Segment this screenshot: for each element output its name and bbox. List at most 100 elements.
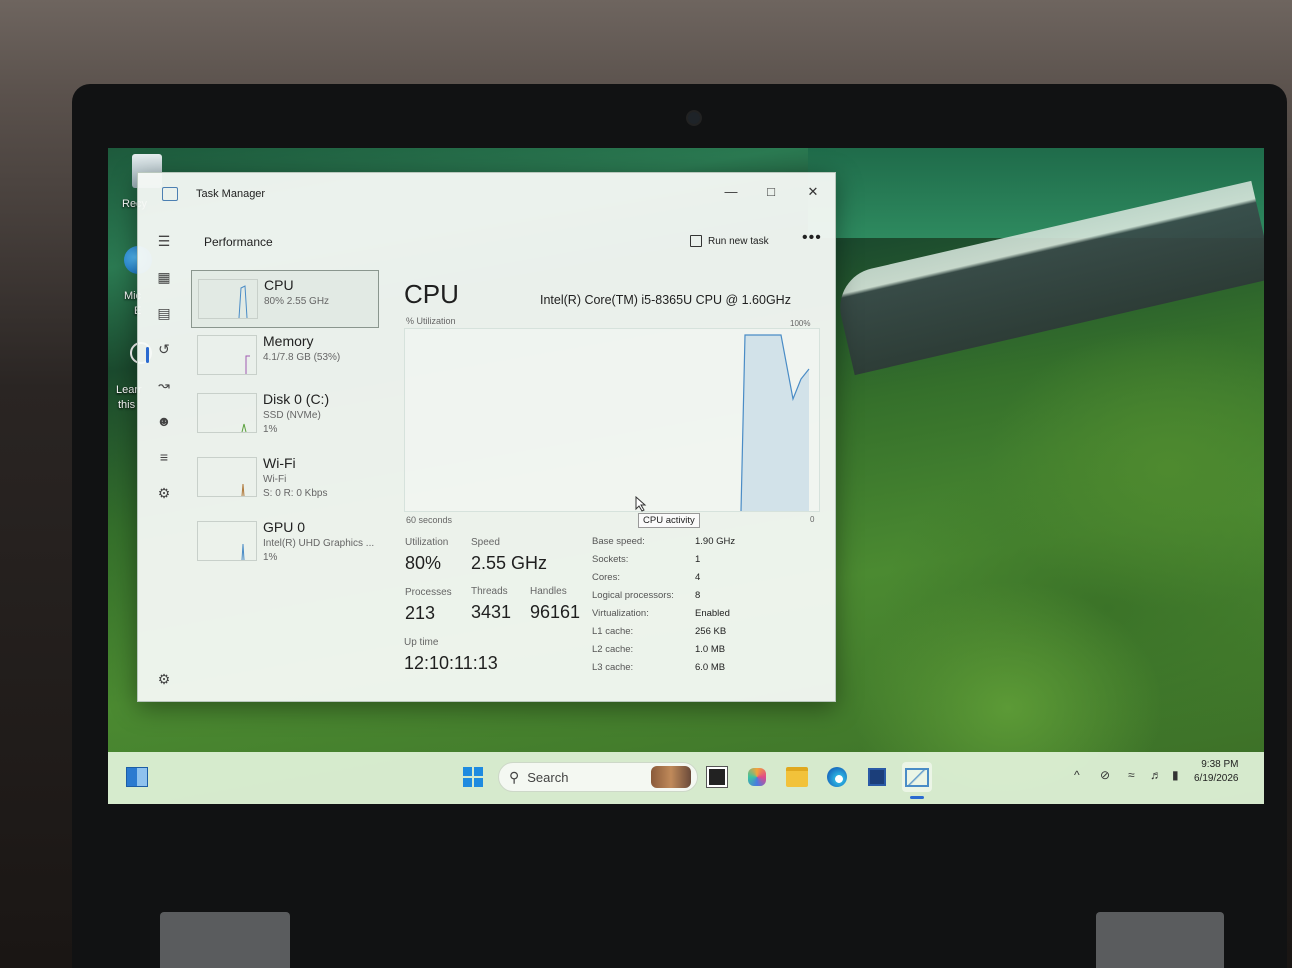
minimize-button[interactable]: — bbox=[718, 181, 744, 203]
copilot-button[interactable] bbox=[742, 762, 772, 792]
navigation-rail: ☰ ▦ ▤ ↺ ↝ ☻ ≡ ⚙ ⚙ bbox=[138, 217, 190, 701]
app-history-icon[interactable]: ↺ bbox=[152, 337, 176, 361]
device-sub2: 1% bbox=[263, 424, 278, 435]
taskbar-search-box[interactable]: ⚲ Search bbox=[498, 762, 698, 792]
windows-logo-icon bbox=[463, 767, 483, 787]
spec-value: 4 bbox=[695, 572, 701, 583]
startup-apps-icon[interactable]: ↝ bbox=[152, 373, 176, 397]
start-button[interactable] bbox=[458, 762, 488, 792]
spec-value: 8 bbox=[695, 590, 701, 601]
spec-label: Cores: bbox=[592, 572, 620, 583]
device-gpu[interactable]: GPU 0 Intel(R) UHD Graphics ... 1% bbox=[191, 513, 377, 569]
wifi-thumbnail-graph bbox=[197, 457, 257, 497]
close-icon: ✕ bbox=[807, 184, 819, 199]
threads-label: Threads bbox=[471, 586, 508, 597]
device-sub2: S: 0 R: 0 Kbps bbox=[263, 488, 328, 499]
cpu-model-name: Intel(R) Core(TM) i5-8365U CPU @ 1.60GHz bbox=[540, 293, 791, 307]
spec-label: Base speed: bbox=[592, 536, 645, 547]
title-bar[interactable]: Task Manager — □ ✕ bbox=[138, 173, 835, 217]
search-placeholder: Search bbox=[527, 769, 569, 785]
notifications-off-icon[interactable]: ⊘ bbox=[1100, 768, 1110, 782]
run-new-task-button[interactable]: Run new task bbox=[690, 235, 769, 247]
widgets-icon bbox=[126, 767, 148, 787]
device-name: Wi-Fi bbox=[263, 455, 296, 471]
spec-value: 256 KB bbox=[695, 626, 727, 637]
device-memory[interactable]: Memory 4.1/7.8 GB (53%) bbox=[191, 327, 377, 383]
cpu-utilization-graph bbox=[404, 328, 820, 512]
clock[interactable]: 9:38 PM 6/19/2026 bbox=[1194, 758, 1239, 786]
disk-thumbnail-graph bbox=[197, 393, 257, 433]
more-options-button[interactable]: ••• bbox=[802, 229, 822, 247]
graph-max-label: 100% bbox=[790, 319, 811, 328]
device-wifi[interactable]: Wi-Fi Wi-Fi S: 0 R: 0 Kbps bbox=[191, 449, 377, 505]
spec-value: 6.0 MB bbox=[695, 662, 726, 673]
copilot-icon bbox=[748, 768, 766, 786]
taskbar: ⚲ Search ^ ⊘ ≈ ♬ ▮ 9:38 PM 6/19/2026 bbox=[108, 752, 1264, 804]
device-sub: SSD (NVMe) bbox=[263, 410, 321, 421]
memory-thumbnail-graph bbox=[197, 335, 257, 375]
task-view-icon bbox=[707, 767, 727, 787]
gpu-thumbnail-graph bbox=[197, 521, 257, 561]
cpu-activity-tooltip: CPU activity bbox=[638, 513, 700, 528]
menu-icon[interactable]: ☰ bbox=[152, 229, 176, 253]
widgets-button[interactable] bbox=[122, 762, 152, 792]
wifi-icon[interactable]: ≈ bbox=[1128, 768, 1135, 782]
threads-value: 3431 bbox=[471, 602, 512, 622]
volume-icon[interactable]: ♬ bbox=[1150, 768, 1162, 782]
battery-icon[interactable]: ▮ bbox=[1172, 768, 1179, 782]
processes-label: Processes bbox=[405, 587, 452, 598]
spec-value: Enabled bbox=[695, 608, 730, 619]
users-icon[interactable]: ☻ bbox=[152, 409, 176, 433]
edge-button[interactable] bbox=[822, 762, 852, 792]
nav-selection-indicator bbox=[146, 347, 149, 363]
task-manager-window: Task Manager — □ ✕ ☰ ▦ ▤ ↺ ↝ ☻ ≡ ⚙ ⚙ Per… bbox=[137, 172, 836, 702]
store-button[interactable] bbox=[862, 762, 892, 792]
device-disk[interactable]: Disk 0 (C:) SSD (NVMe) 1% bbox=[191, 385, 377, 441]
spec-label: Sockets: bbox=[592, 554, 629, 565]
left-hinge bbox=[160, 912, 290, 968]
cpu-heading: CPU bbox=[404, 279, 459, 309]
show-hidden-icons-button[interactable]: ^ bbox=[1074, 768, 1080, 782]
close-button[interactable]: ✕ bbox=[800, 181, 826, 203]
settings-icon[interactable]: ⚙ bbox=[152, 667, 176, 691]
spec-value: 1 bbox=[695, 554, 701, 565]
processes-value: 213 bbox=[405, 603, 436, 623]
uptime-label: Up time bbox=[404, 637, 439, 648]
page-title: Performance bbox=[204, 235, 273, 249]
task-manager-icon bbox=[162, 187, 178, 201]
details-icon[interactable]: ≡ bbox=[152, 445, 176, 469]
spec-label: L3 cache: bbox=[592, 662, 634, 673]
search-highlight-image bbox=[651, 766, 691, 788]
device-cpu[interactable]: CPU 80% 2.55 GHz bbox=[191, 270, 379, 328]
window-title: Task Manager bbox=[196, 188, 266, 200]
spec-value: 1.90 GHz bbox=[695, 536, 736, 547]
mouse-cursor-icon bbox=[635, 496, 647, 512]
spec-label: L2 cache: bbox=[592, 644, 634, 655]
speed-label: Speed bbox=[471, 537, 500, 548]
task-manager-taskbar-icon bbox=[905, 767, 929, 787]
device-name: CPU bbox=[264, 277, 294, 293]
store-icon bbox=[868, 768, 886, 786]
cpu-thumbnail-graph bbox=[198, 279, 258, 319]
maximize-button[interactable]: □ bbox=[758, 181, 784, 203]
services-icon[interactable]: ⚙ bbox=[152, 481, 176, 505]
maximize-icon: □ bbox=[767, 184, 775, 199]
task-view-button[interactable] bbox=[702, 762, 732, 792]
device-sub2: 1% bbox=[263, 552, 278, 563]
graph-time-label: 60 seconds bbox=[406, 515, 453, 525]
edge-icon bbox=[827, 767, 847, 787]
uptime-value: 12:10:11:13 bbox=[404, 653, 498, 673]
speed-value: 2.55 GHz bbox=[471, 553, 548, 573]
utilization-label: Utilization bbox=[405, 537, 449, 548]
device-sub: 4.1/7.8 GB (53%) bbox=[263, 352, 341, 363]
utilization-graph-label: % Utilization bbox=[406, 316, 456, 326]
device-name: GPU 0 bbox=[263, 519, 306, 535]
processes-icon[interactable]: ▦ bbox=[152, 265, 176, 289]
task-manager-taskbar-button[interactable] bbox=[902, 762, 932, 792]
clock-date: 6/19/2026 bbox=[1194, 773, 1239, 784]
device-sub: Intel(R) UHD Graphics ... bbox=[263, 538, 375, 549]
performance-icon[interactable]: ▤ bbox=[152, 301, 176, 325]
right-hinge bbox=[1096, 912, 1224, 968]
handles-value: 96161 bbox=[530, 602, 581, 622]
file-explorer-button[interactable] bbox=[782, 762, 812, 792]
